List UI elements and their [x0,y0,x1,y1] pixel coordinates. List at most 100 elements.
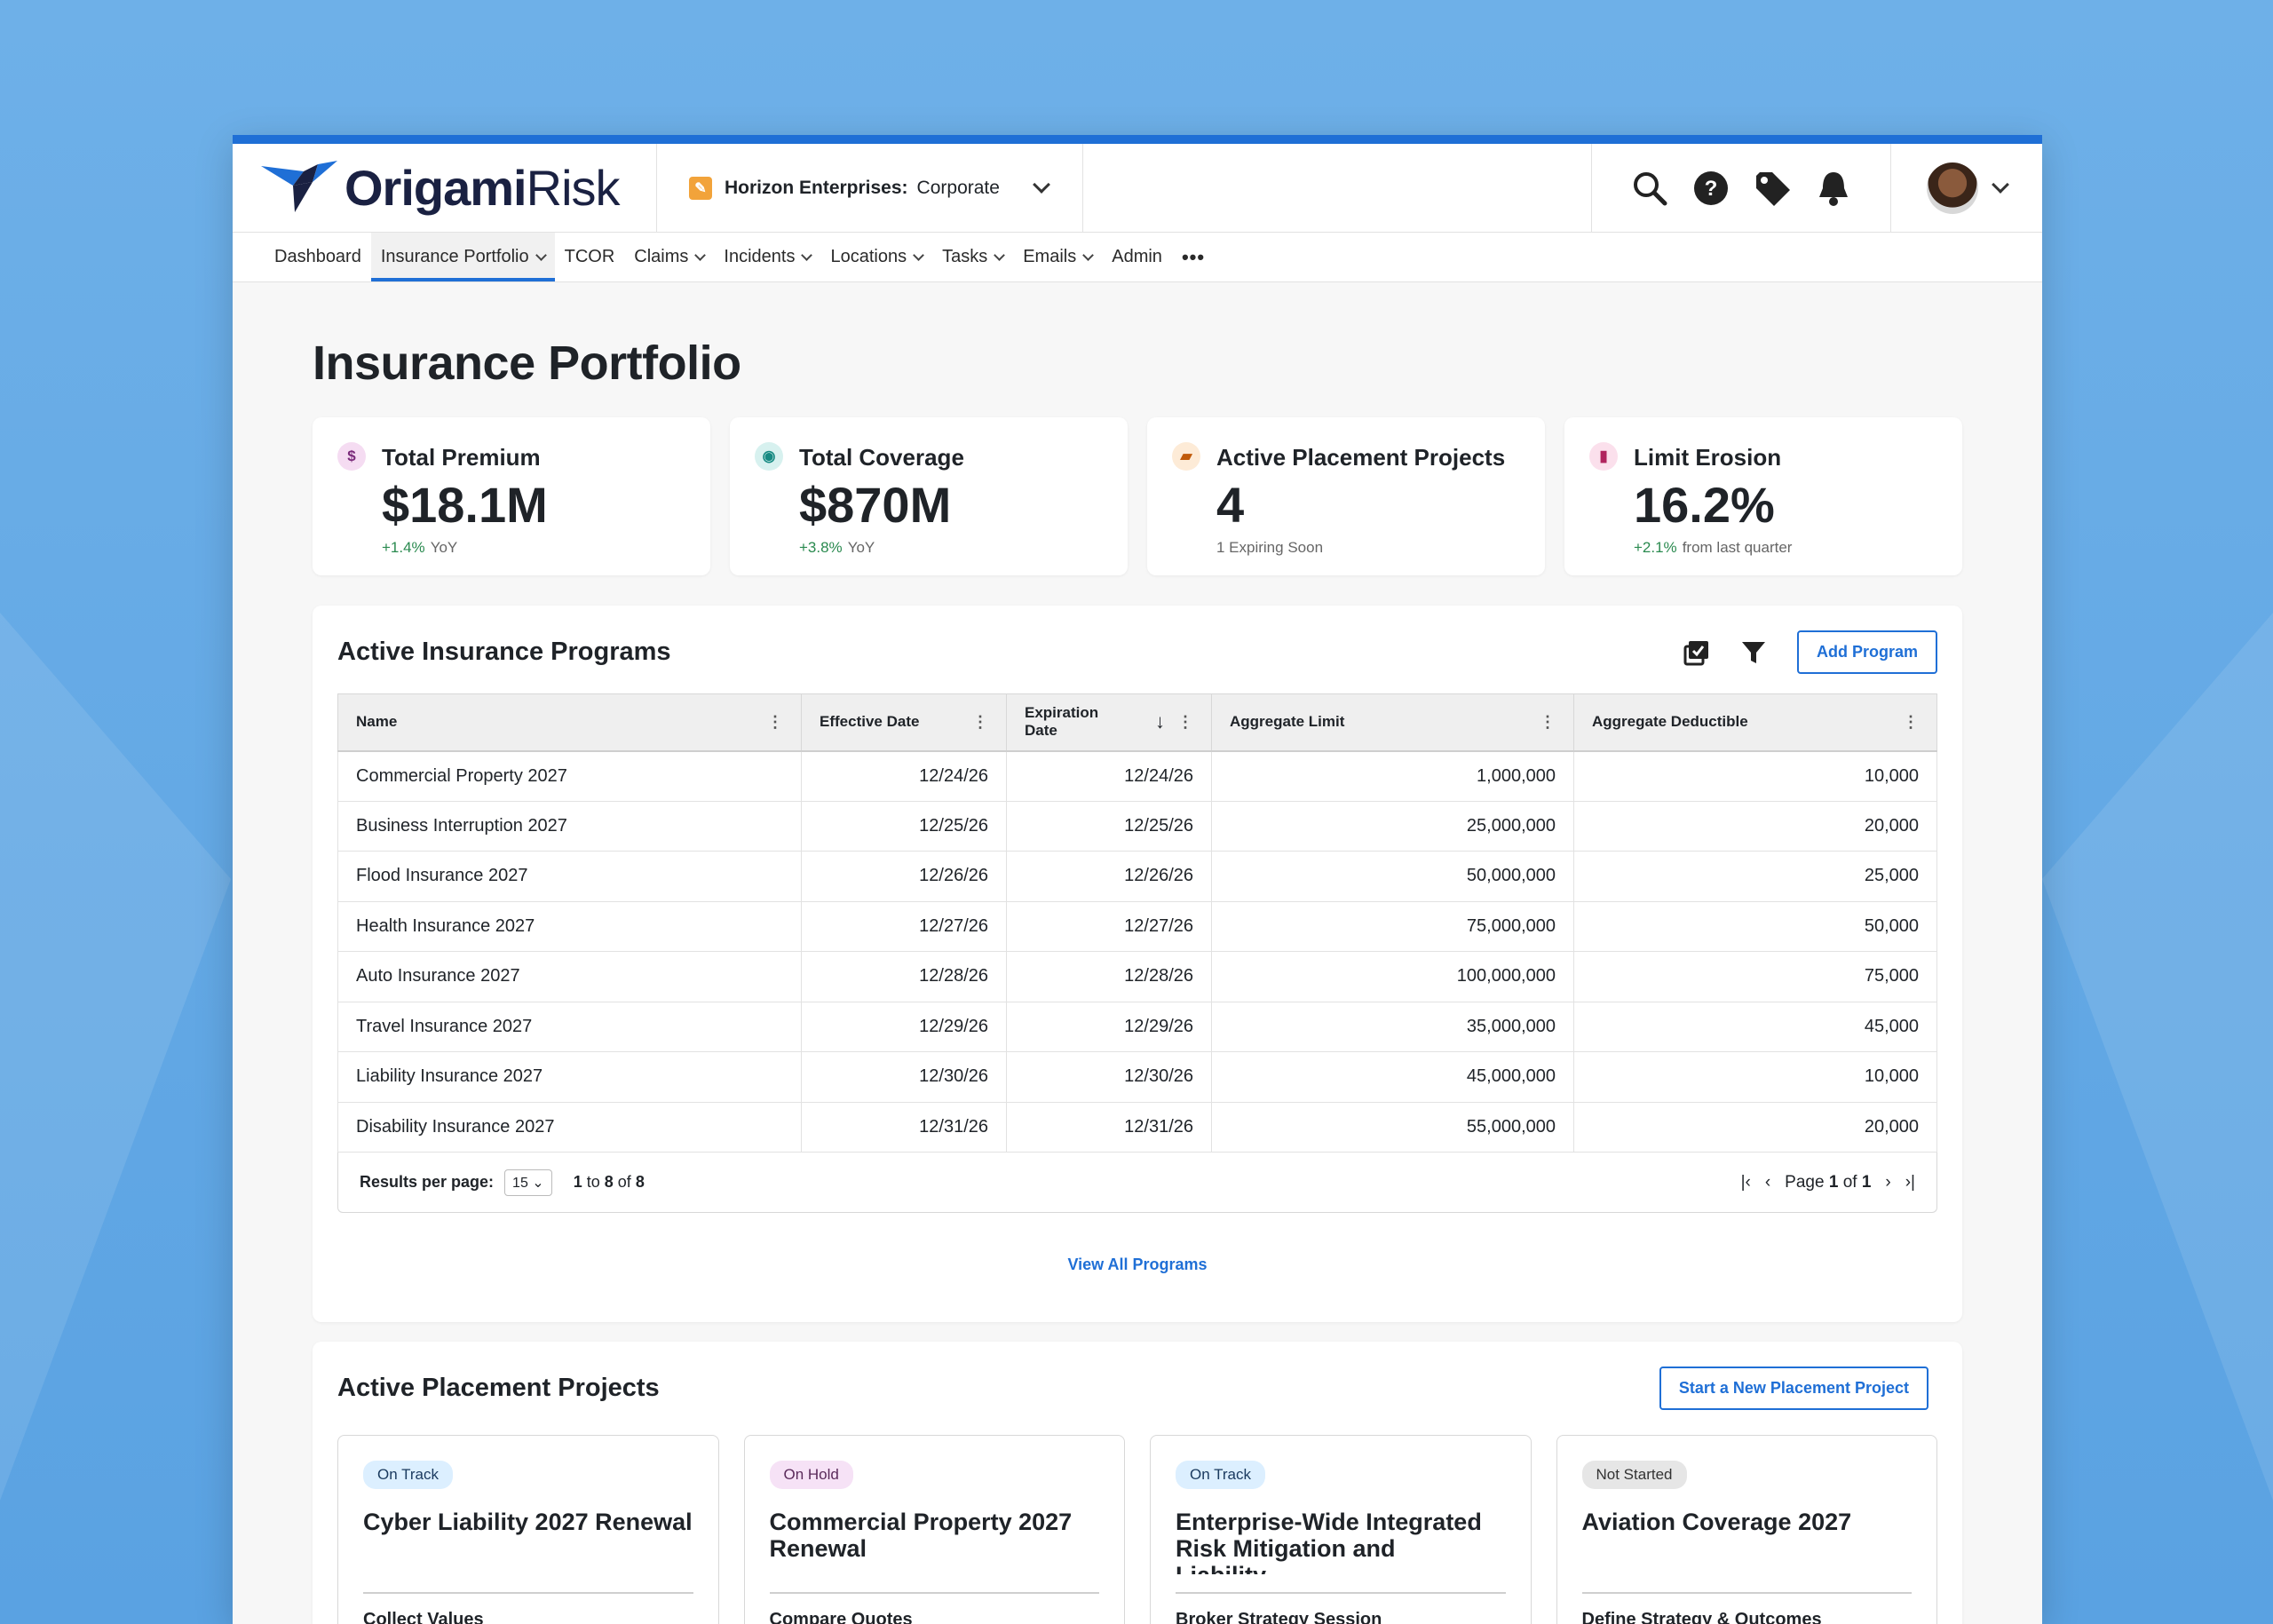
column-menu-icon[interactable]: ⋮ [1540,713,1556,732]
table-cell: Travel Insurance 2027 [337,1001,802,1052]
programs-panel: Active Insurance Programs Add Program Na… [313,606,1962,1322]
status-badge: On Track [1176,1461,1265,1489]
placement-card[interactable]: On Hold Commercial Property 2027 Renewal C… [743,1435,1125,1624]
panel-title: Active Placement Projects [337,1374,660,1402]
chevron-down-icon [535,249,547,261]
column-menu-icon[interactable]: ⋮ [767,713,783,732]
first-page-icon[interactable]: |‹ [1741,1173,1751,1192]
table-row[interactable]: Business Interruption 2027 12/25/26 12/25/… [337,800,1937,852]
placement-step: Collect Values [363,1610,484,1624]
table-row[interactable]: Health Insurance 2027 12/27/26 12/27/26 75,… [337,900,1937,952]
placement-card[interactable]: On Track Enterprise-Wide Integrated Risk … [1150,1435,1532,1624]
user-menu[interactable] [1891,144,2042,232]
bell-icon[interactable] [1814,169,1853,208]
add-program-button[interactable]: Add Program [1796,630,1937,674]
placement-step: Broker Strategy Session [1176,1610,1382,1624]
table-cell: 12/25/26 [1006,800,1212,852]
kpi-card-limit-erosion: ▮ Limit Erosion 16.2% +2.1% from last qua… [1564,417,1962,575]
nav-item-dashboard[interactable]: Dashboard [265,233,371,281]
more-icon[interactable]: ••• [1172,233,1215,281]
table-row[interactable]: Travel Insurance 2027 12/29/26 12/29/26 35,… [337,1001,1937,1052]
table-row[interactable]: Liability Insurance 2027 12/30/26 12/30/26… [337,1051,1937,1103]
start-placement-project-button[interactable]: Start a New Placement Project [1659,1367,1928,1410]
nav-label: Admin [1112,247,1162,266]
column-label: Expiration Date [1025,704,1099,740]
placements-panel: Active Placement Projects Start a New Pl… [313,1342,1962,1624]
nav-item-incidents[interactable]: Incidents [714,233,820,281]
kpi-row: $ Total Premium $18.1M +1.4% YoY ◉ Total … [313,417,1962,575]
nav-label: Emails [1023,247,1077,266]
eye-icon: ◉ [755,442,783,471]
brand-name-light: Risk [526,160,621,216]
table-cell: 12/29/26 [1006,1001,1212,1052]
results-per-page-label: Results per page: [360,1173,495,1191]
nav-item-admin[interactable]: Admin [1102,233,1172,281]
nav-item-tcor[interactable]: TCOR [555,233,625,281]
status-badge: On Track [363,1461,453,1489]
page-of-word: of [1842,1172,1857,1192]
bar-chart-icon: ▮ [1589,442,1618,471]
placement-title: Enterprise-Wide Integrated Risk Mitigati… [1176,1509,1482,1574]
background-decoration-right [2042,613,2273,1501]
column-header-aggregate-limit[interactable]: Aggregate Limit ⋮ [1211,693,1574,752]
page-word: Page [1785,1172,1825,1192]
nav-item-emails[interactable]: Emails [1013,233,1102,281]
org-switcher[interactable]: ✎ Horizon Enterprises: Corporate [657,144,1083,232]
programs-header: Active Insurance Programs Add Program [337,630,1937,674]
placement-title: Commercial Property 2027 Renewal [769,1509,1073,1562]
last-page-icon[interactable]: ›| [1905,1173,1915,1192]
page-content: Insurance Portfolio $ Total Premium $18.… [233,282,2042,1624]
table-row[interactable]: Auto Insurance 2027 12/28/26 12/28/26 100,0… [337,951,1937,1002]
table-cell: Health Insurance 2027 [337,900,802,952]
kpi-note: YoY [430,539,458,556]
view-all-programs-link[interactable]: View All Programs [337,1213,1937,1297]
table-cell: 10,000 [1573,1051,1937,1103]
brand-logo[interactable]: OrigamiRisk [233,144,657,232]
column-header-effective-date[interactable]: Effective Date ⋮ [801,693,1007,752]
table-cell: 20,000 [1573,1101,1937,1153]
nav-item-tasks[interactable]: Tasks [932,233,1013,281]
placement-card[interactable]: On Track Cyber Liability 2027 Renewal Coll… [337,1435,719,1624]
sort-desc-icon[interactable]: ↓ [1155,710,1165,733]
table-row[interactable]: Flood Insurance 2027 12/26/26 12/26/26 50,0… [337,851,1937,902]
nav-label: Insurance Portfolio [380,247,529,266]
table-cell: 45,000 [1573,1001,1937,1052]
column-header-aggregate-deductible[interactable]: Aggregate Deductible ⋮ [1573,693,1937,752]
folder-icon: ▰ [1172,442,1200,471]
table-cell: 12/27/26 [801,900,1007,952]
table-cell: 12/25/26 [801,800,1007,852]
table-cell: 12/26/26 [1006,851,1212,902]
next-page-icon[interactable]: › [1885,1173,1890,1192]
column-menu-icon[interactable]: ⋮ [1177,713,1193,732]
column-header-expiration-date[interactable]: Expiration Date ↓ ⋮ [1006,693,1212,752]
nav-item-locations[interactable]: Locations [820,233,932,281]
prev-page-icon[interactable]: ‹ [1765,1173,1770,1192]
results-per-page-select[interactable]: 15 ⌄ [504,1168,552,1196]
help-icon[interactable]: ? [1691,169,1730,208]
table-cell: 12/28/26 [801,951,1007,1002]
column-chooser-icon[interactable] [1683,639,1710,666]
table-row[interactable]: Commercial Property 2027 12/24/26 12/24/26… [337,750,1937,802]
chevron-down-icon [994,249,1006,261]
page-indicator: Page 1 of 1 [1785,1173,1871,1192]
table-cell: Business Interruption 2027 [337,800,802,852]
kpi-label: Limit Erosion [1634,444,1782,471]
kpi-delta: +3.8% [799,539,843,556]
nav-item-claims[interactable]: Claims [624,233,714,281]
filter-icon[interactable] [1740,639,1767,666]
kpi-sub: 1 Expiring Soon [1216,539,1505,557]
top-bar: OrigamiRisk ✎ Horizon Enterprises: Corpo… [233,144,2042,233]
table-cell: 100,000,000 [1211,951,1574,1002]
nav-item-insurance-portfolio[interactable]: Insurance Portfolio [370,233,555,281]
kpi-value: $870M [799,477,952,533]
column-menu-icon[interactable]: ⋮ [972,713,988,732]
column-menu-icon[interactable]: ⋮ [1903,713,1919,732]
table-row[interactable]: Disability Insurance 2027 12/31/26 12/31/2… [337,1101,1937,1153]
range-total: 8 [635,1173,645,1191]
placement-card[interactable]: Not Started Aviation Coverage 2027 Define … [1556,1435,1937,1624]
tag-icon[interactable] [1753,169,1792,208]
results-range: 1 to 8 of 8 [574,1173,645,1192]
chevron-down-icon [801,249,813,261]
column-header-name[interactable]: Name ⋮ [337,693,802,752]
search-icon[interactable] [1630,169,1669,208]
